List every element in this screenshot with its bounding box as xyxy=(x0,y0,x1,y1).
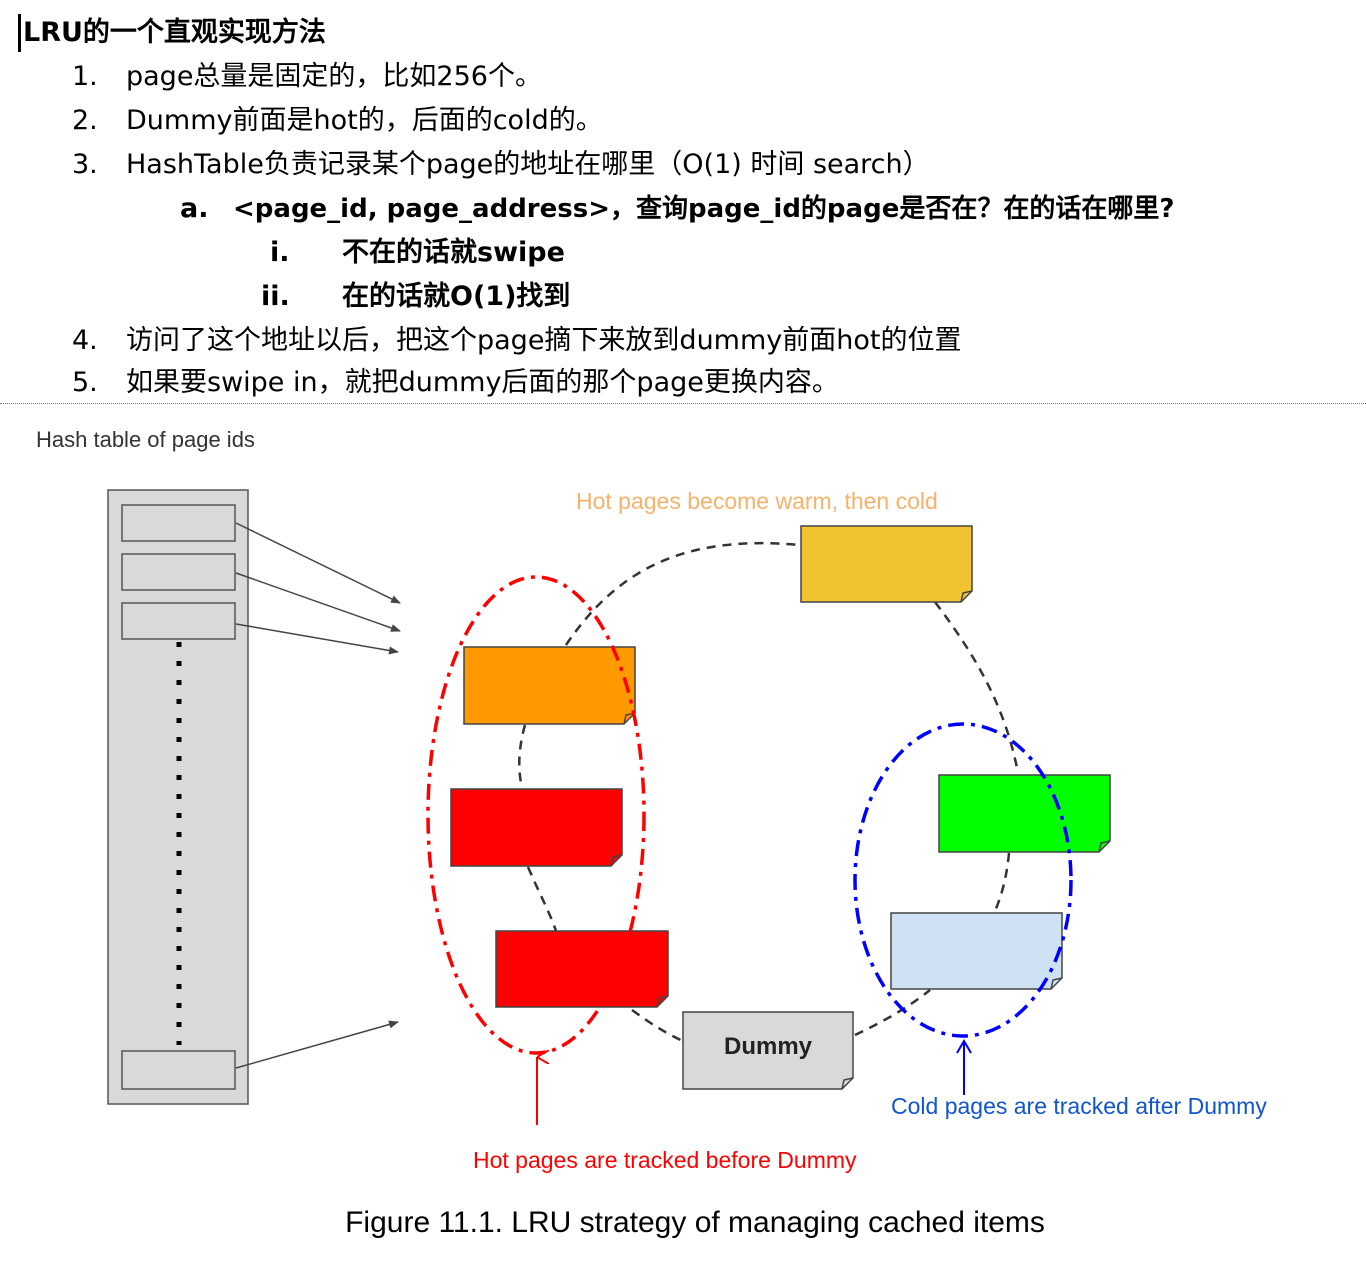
list-number-2: 2. xyxy=(72,105,98,136)
pointer-arrow xyxy=(235,522,401,604)
hash-slot xyxy=(121,553,236,591)
warm-cold-label: Hot pages become warm, then cold xyxy=(576,488,938,514)
page-red-2 xyxy=(495,930,669,1008)
hot-tracked-label: Hot pages are tracked before Dummy xyxy=(473,1147,857,1173)
dummy-label: Dummy xyxy=(724,1033,813,1060)
page-green xyxy=(938,774,1111,853)
list-text-4: 访问了这个地址以后，把这个page摘下来放到dummy前面hot的位置 xyxy=(126,325,962,356)
hash-table xyxy=(107,489,249,1105)
hash-pointers xyxy=(235,522,401,1069)
page-light-blue xyxy=(890,912,1063,990)
list-number-1: 1. xyxy=(72,61,98,92)
pointer-arrow xyxy=(235,1020,399,1069)
list-number-3a: a. xyxy=(180,193,209,224)
list-number-3a-i: i. xyxy=(270,237,290,268)
page-yellow xyxy=(800,525,973,603)
list-number-3a-ii: ii. xyxy=(261,281,290,312)
hash-slot xyxy=(121,1050,236,1090)
list-text-2: Dummy前面是hot的，后面的cold的。 xyxy=(126,105,603,136)
figure-caption: Figure 11.1. LRU strategy of managing ca… xyxy=(345,1206,1045,1239)
heading: LRU的一个直观实现方法 xyxy=(18,14,326,52)
list-text-3a-ii: 在的话就O(1)找到 xyxy=(342,281,571,312)
hash-slot xyxy=(121,602,236,640)
list-text-3: HashTable负责记录某个page的地址在哪里（O(1) 时间 search… xyxy=(126,149,930,180)
pointer-arrow xyxy=(235,572,401,632)
list-text-3a-i: 不在的话就swipe xyxy=(342,237,565,268)
cold-tracked-label: Cold pages are tracked after Dummy xyxy=(891,1093,1267,1119)
pointer-arrow xyxy=(235,623,399,655)
list-number-3: 3. xyxy=(72,149,98,180)
list-number-4: 4. xyxy=(72,325,98,356)
page-dummy: Dummy xyxy=(682,1011,854,1090)
lru-diagram: Hash table of page ids Hot pages become … xyxy=(36,427,1267,1173)
page-red-1 xyxy=(450,788,623,867)
page-orange xyxy=(463,646,636,725)
section-divider xyxy=(0,403,1366,404)
list-text-5: 如果要swipe in，就把dummy后面的那个page更换内容。 xyxy=(126,367,839,398)
hash-slot xyxy=(121,504,236,542)
list-text-1: page总量是固定的，比如256个。 xyxy=(126,61,542,92)
hash-table-label: Hash table of page ids xyxy=(36,427,255,452)
list-text-3a: <page_id, page_address>，查询page_id的page是否… xyxy=(233,194,1175,224)
list-number-5: 5. xyxy=(72,367,98,398)
